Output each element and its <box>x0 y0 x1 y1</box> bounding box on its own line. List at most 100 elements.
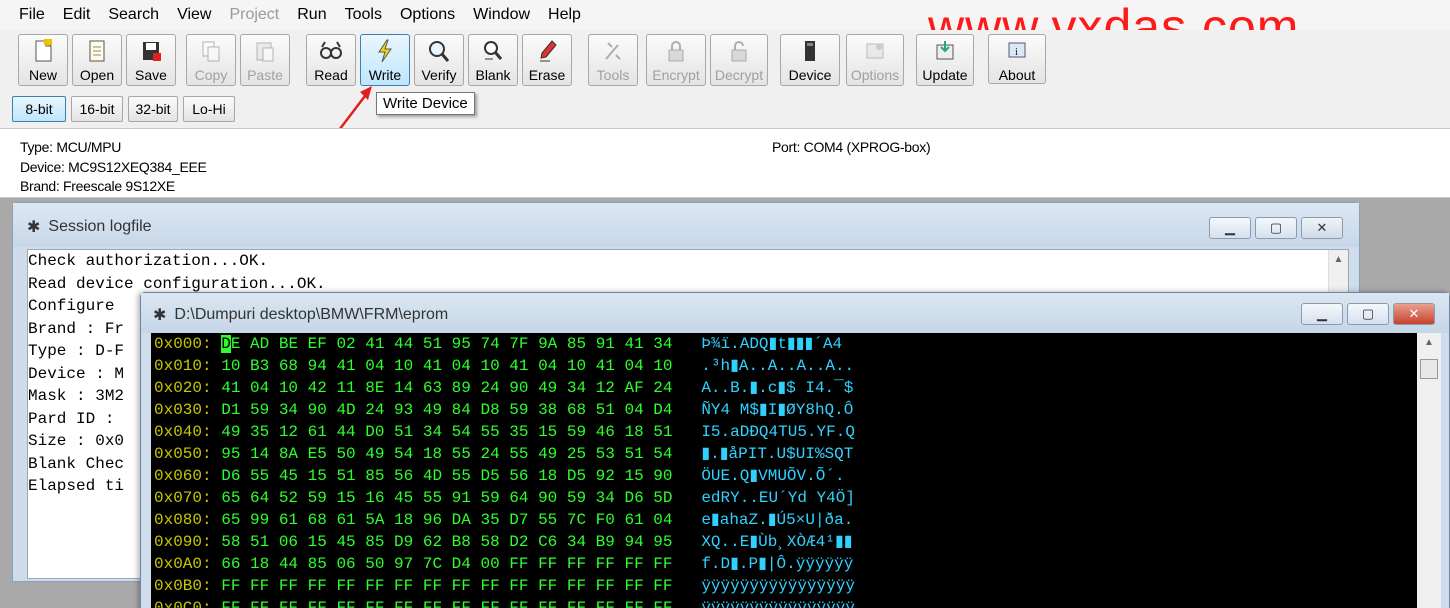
lo-hi-button[interactable]: Lo-Hi <box>183 96 235 122</box>
hex-ascii[interactable]: I5.aDÐQ4TU5.YF.Q <box>701 423 855 441</box>
hex-titlebar[interactable]: ✱ D:\Dumpuri desktop\BMW\FRM\eprom ▁ ▢ ✕ <box>141 293 1449 333</box>
hex-ascii[interactable]: edRY..EU´Yd Y4Ö] <box>701 489 855 507</box>
hex-bytes[interactable]: FF FF FF FF FF FF FF FF FF FF FF FF FF F… <box>221 577 672 595</box>
minimize-button[interactable]: ▁ <box>1209 217 1251 239</box>
update-button[interactable]: Update <box>916 34 974 86</box>
hex-address: 0x0C0: <box>154 599 222 608</box>
hex-editor-window: ✱ D:\Dumpuri desktop\BMW\FRM\eprom ▁ ▢ ✕… <box>140 292 1450 608</box>
save-button[interactable]: Save <box>126 34 176 86</box>
svg-text:i: i <box>1015 46 1018 58</box>
menu-search[interactable]: Search <box>99 0 168 30</box>
hex-window-controls: ▁ ▢ ✕ <box>1301 303 1435 325</box>
hex-bytes[interactable]: 10 B3 68 94 41 04 10 41 04 10 41 04 10 4… <box>221 357 672 375</box>
8-bit-button[interactable]: 8-bit <box>12 96 66 122</box>
device-button[interactable]: Device <box>780 34 840 86</box>
hex-address: 0x070: <box>154 489 222 507</box>
scroll-up-icon[interactable]: ▲ <box>1329 254 1348 265</box>
hex-bytes[interactable]: D6 55 45 15 51 85 56 4D 55 D5 56 18 D5 9… <box>221 467 672 485</box>
read-button[interactable]: Read <box>306 34 356 86</box>
paste-button: Paste <box>240 34 290 86</box>
hex-ascii[interactable]: ÑY4 M$▮I▮ØY8hQ.Ô <box>701 401 853 419</box>
blank-button[interactable]: Blank <box>468 34 518 86</box>
hex-row: 0x0B0: FF FF FF FF FF FF FF FF FF FF FF … <box>154 575 855 597</box>
log-line: Brand : Fr <box>28 320 125 338</box>
tools-icon <box>599 37 627 65</box>
hex-bytes[interactable]: 65 64 52 59 15 16 45 55 91 59 64 90 59 3… <box>221 489 672 507</box>
hex-ascii[interactable]: A..B.▮.c▮$ I4.¯$ <box>701 379 853 397</box>
session-window-controls: ▁ ▢ ✕ <box>1209 217 1343 239</box>
hex-row: 0x0A0: 66 18 44 85 06 50 97 7C D4 00 FF … <box>154 553 853 575</box>
copy-icon <box>197 37 225 65</box>
hex-ascii[interactable]: Þ­¾ï.ADQ▮t▮▮▮´A4 <box>701 335 842 353</box>
hex-bytes[interactable]: FF FF FF FF FF FF FF FF FF FF FF FF FF F… <box>221 599 672 608</box>
open-button[interactable]: Open <box>72 34 122 86</box>
hex-bytes[interactable]: 58 51 06 15 45 85 D9 62 B8 58 D2 C6 34 B… <box>221 533 672 551</box>
scroll-thumb[interactable] <box>1420 359 1438 379</box>
menu-edit[interactable]: Edit <box>54 0 100 30</box>
scroll-up-icon[interactable]: ▲ <box>1417 337 1441 348</box>
maximize-button[interactable]: ▢ <box>1347 303 1389 325</box>
log-line: Pard ID : <box>28 410 115 428</box>
hex-bytes[interactable]: 65 99 61 68 61 5A 18 96 DA 35 D7 55 7C F… <box>221 511 672 529</box>
lock-icon <box>662 37 690 65</box>
16-bit-button[interactable]: 16-bit <box>71 96 123 122</box>
hex-ascii[interactable]: ▮.▮åPIT.U$UI%SQT <box>701 445 853 463</box>
menu-view[interactable]: View <box>168 0 220 30</box>
paste-icon <box>251 37 279 65</box>
hex-row: 0x000: DE AD BE EF 02 41 44 51 95 74 7F … <box>154 333 842 355</box>
menu-options[interactable]: Options <box>391 0 464 30</box>
menu-run[interactable]: Run <box>288 0 335 30</box>
hex-row: 0x060: D6 55 45 15 51 85 56 4D 55 D5 56 … <box>154 465 854 487</box>
about-button[interactable]: i About <box>988 34 1046 84</box>
decrypt-button: Decrypt <box>710 34 768 86</box>
menu-window[interactable]: Window <box>464 0 539 30</box>
session-title: Session logfile <box>48 218 152 235</box>
blank-check-icon <box>479 37 507 65</box>
save-button-label: Save <box>135 67 167 83</box>
device-info-panel: Type: MCU/MPU Device: MC9S12XEQ384_EEE B… <box>0 128 1450 198</box>
hex-bytes[interactable]: 66 18 44 85 06 50 97 7C D4 00 FF FF FF F… <box>221 555 672 573</box>
hex-address: 0x050: <box>154 445 222 463</box>
menu-project: Project <box>229 6 280 23</box>
options-icon <box>861 37 889 65</box>
hex-ascii[interactable]: e▮ahaZ.▮Ú5×U|ða. <box>701 511 853 529</box>
unlock-icon <box>725 37 753 65</box>
open-button-label: Open <box>79 67 115 83</box>
hex-bytes[interactable]: 49 35 12 61 44 D0 51 34 54 55 35 15 59 4… <box>221 423 672 441</box>
hex-bytes[interactable]: 95 14 8A E5 50 49 54 18 55 24 55 49 25 5… <box>221 445 672 463</box>
close-button[interactable]: ✕ <box>1393 303 1435 325</box>
close-button[interactable]: ✕ <box>1301 217 1343 239</box>
hex-bytes[interactable]: D1 59 34 90 4D 24 93 49 84 D8 59 38 68 5… <box>221 401 672 419</box>
menu-tools[interactable]: Tools <box>336 0 391 30</box>
hex-view[interactable]: 0x000: DE AD BE EF 02 41 44 51 95 74 7F … <box>151 333 1441 608</box>
hex-ascii[interactable]: ÿÿÿÿÿÿÿÿÿÿÿÿÿÿÿÿ <box>701 599 855 608</box>
hex-ascii[interactable]: .³h▮A..A..A..A.. <box>701 357 854 375</box>
menu-file[interactable]: File <box>10 0 54 30</box>
decrypt-button-label: Decrypt <box>714 67 764 83</box>
log-line: Elapsed ti <box>28 477 125 495</box>
hex-row: 0x090: 58 51 06 15 45 85 D9 62 B8 58 D2 … <box>154 531 853 553</box>
new-button-label: New <box>28 67 57 83</box>
hex-ascii[interactable]: f.D▮.P▮|Ô.ÿÿÿÿÿÿ <box>701 555 853 573</box>
copy-button-label: Copy <box>194 67 228 83</box>
hex-bytes[interactable]: 41 04 10 42 11 8E 14 63 89 24 90 49 34 1… <box>221 379 672 397</box>
erase-button[interactable]: Erase <box>522 34 572 86</box>
hex-row: 0x070: 65 64 52 59 15 16 45 55 91 59 64 … <box>154 487 855 509</box>
hex-row: 0x030: D1 59 34 90 4D 24 93 49 84 D8 59 … <box>154 399 853 421</box>
hex-ascii[interactable]: XQ..E▮Ùb¸XÒÆ4¹▮▮ <box>701 533 852 551</box>
minimize-button[interactable]: ▁ <box>1301 303 1343 325</box>
menu-help[interactable]: Help <box>539 0 590 30</box>
write-button[interactable]: Write <box>360 34 410 86</box>
hex-address: 0x020: <box>154 379 222 397</box>
verify-button[interactable]: Verify <box>414 34 464 86</box>
hex-ascii[interactable]: ÿÿÿÿÿÿÿÿÿÿÿÿÿÿÿÿ <box>701 577 855 595</box>
hex-bytes[interactable]: DE AD BE EF 02 41 44 51 95 74 7F 9A 85 9… <box>221 335 673 353</box>
session-titlebar[interactable]: ✱ Session logfile ▁ ▢ ✕ <box>13 203 1359 247</box>
hex-scrollbar[interactable]: ▲ <box>1417 333 1441 608</box>
hex-ascii[interactable]: ÖUE.Q▮VMUÕV.Õ´. <box>701 467 854 485</box>
new-button[interactable]: New <box>18 34 68 86</box>
maximize-button[interactable]: ▢ <box>1255 217 1297 239</box>
hex-row: 0x050: 95 14 8A E5 50 49 54 18 55 24 55 … <box>154 443 853 465</box>
32-bit-button[interactable]: 32-bit <box>128 96 178 122</box>
hex-address: 0x080: <box>154 511 222 529</box>
